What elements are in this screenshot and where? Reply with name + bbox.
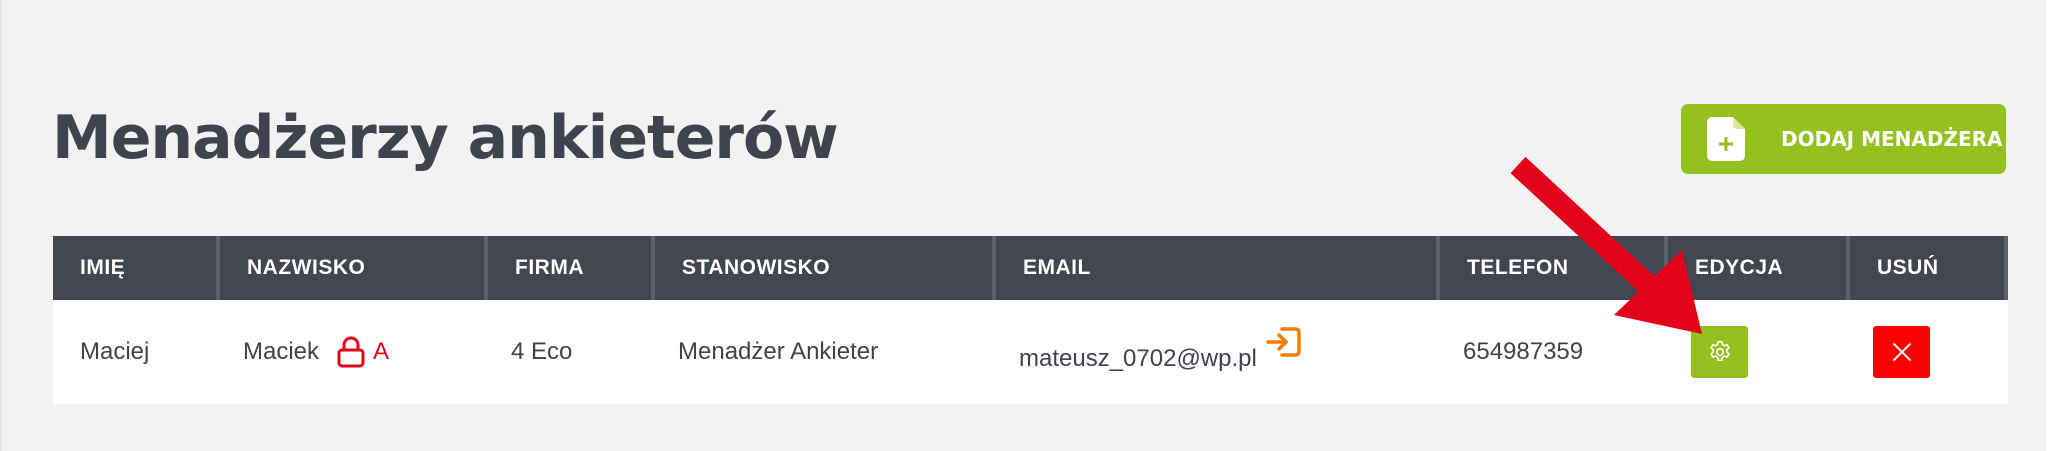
login-as-user-icon[interactable]	[1265, 325, 1303, 359]
add-manager-label: DODAJ MENADŻERA	[1781, 127, 2003, 151]
close-icon	[1892, 343, 1911, 361]
table-row: Maciej Maciek A 4 Eco Menadżer Ankieter …	[53, 300, 2008, 404]
page-title: Menadżerzy ankieterów	[52, 103, 839, 173]
column-header-phone[interactable]: TELEFON	[1436, 236, 1664, 300]
column-header-first-name[interactable]: IMIĘ	[53, 236, 216, 300]
document-plus-icon	[1707, 117, 1745, 161]
column-header-company[interactable]: FIRMA	[484, 236, 651, 300]
column-header-position[interactable]: STANOWISKO	[651, 236, 992, 300]
cell-delete	[1846, 300, 2008, 404]
lock-icon	[337, 336, 365, 368]
last-name-text: Maciek	[243, 338, 320, 365]
cell-email: mateusz_0702@wp.pl	[992, 300, 1436, 404]
add-manager-button[interactable]: DODAJ MENADŻERA	[1681, 104, 2006, 174]
delete-button[interactable]	[1873, 326, 1930, 378]
lock-status-letter: A	[373, 338, 390, 365]
column-header-delete: USUŃ	[1846, 236, 2008, 300]
cell-last-name: Maciek A	[216, 300, 484, 404]
gear-icon	[1709, 340, 1730, 361]
cell-position: Menadżer Ankieter	[678, 338, 879, 365]
cell-edit	[1664, 300, 1846, 404]
cell-company: 4 Eco	[511, 338, 573, 365]
cell-first-name: Maciej	[80, 338, 150, 365]
account-lock-toggle[interactable]: A	[337, 336, 389, 368]
table-header: IMIĘ NAZWISKO FIRMA STANOWISKO EMAIL TEL…	[53, 236, 2008, 300]
email-text: mateusz_0702@wp.pl	[1019, 345, 1257, 372]
column-header-last-name[interactable]: NAZWISKO	[216, 236, 484, 300]
column-header-edit: EDYCJA	[1664, 236, 1846, 300]
managers-table: IMIĘ NAZWISKO FIRMA STANOWISKO EMAIL TEL…	[53, 236, 2008, 404]
edit-button[interactable]	[1691, 326, 1748, 378]
column-header-email[interactable]: EMAIL	[992, 236, 1436, 300]
cell-phone: 654987359	[1463, 338, 1584, 365]
content-panel: Menadżerzy ankieterów DODAJ MENADŻERA IM…	[0, 0, 2046, 451]
